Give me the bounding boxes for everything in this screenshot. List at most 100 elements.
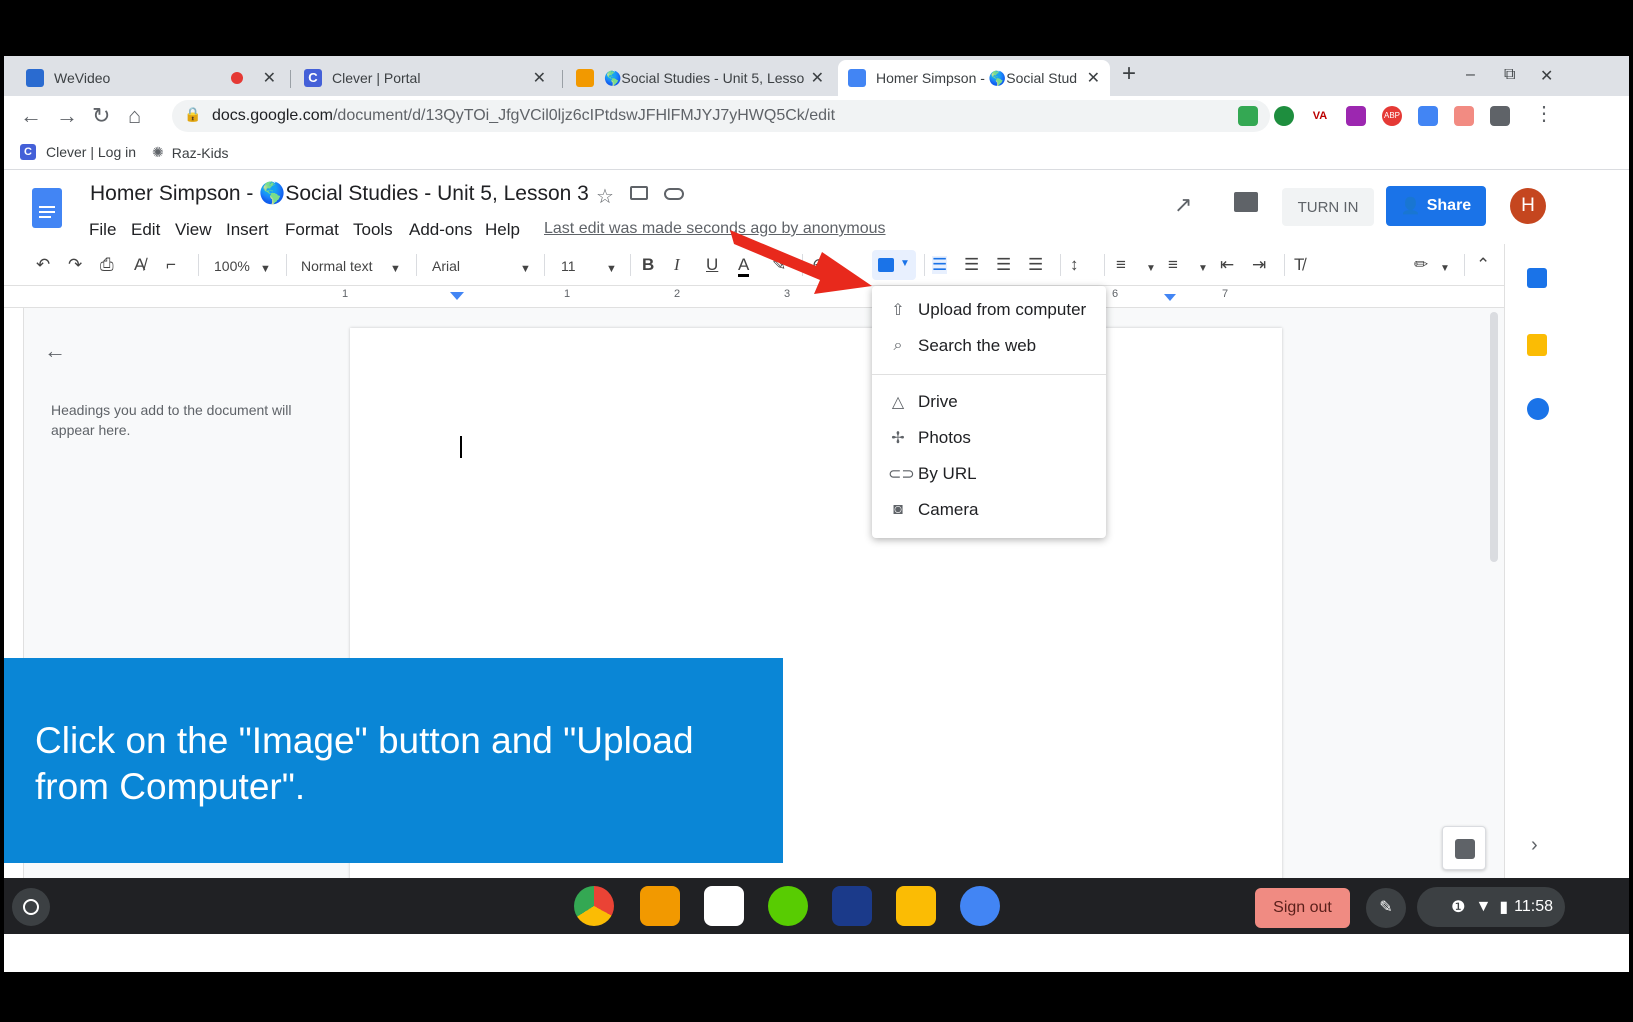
calendar-icon[interactable] <box>1527 268 1547 288</box>
menu-help[interactable]: Help <box>485 220 520 240</box>
sign-out-button[interactable]: Sign out <box>1255 888 1350 928</box>
extension-vk-icon[interactable]: VA <box>1310 106 1330 126</box>
new-tab-button[interactable]: + <box>1122 60 1136 88</box>
bookmark-clever[interactable]: C Clever | Log in <box>20 144 136 160</box>
menu-file[interactable]: File <box>89 220 116 240</box>
redo-icon[interactable]: ↷ <box>68 256 82 274</box>
tasks-icon[interactable] <box>1527 398 1549 420</box>
scrollbar[interactable] <box>1490 312 1498 562</box>
zoom-select[interactable]: 100% <box>214 258 250 274</box>
close-tab-icon[interactable]: ✕ <box>1087 68 1100 88</box>
menu-photos[interactable]: ✢ Photos <box>888 424 971 452</box>
star-icon[interactable]: ☆ <box>596 184 614 209</box>
tab-clever-portal[interactable]: C Clever | Portal ✕ <box>294 60 556 96</box>
comments-icon[interactable] <box>1234 192 1258 212</box>
bold-button[interactable]: B <box>642 256 654 274</box>
launcher-button[interactable] <box>12 888 50 926</box>
move-folder-icon[interactable] <box>630 186 648 200</box>
more-menu-icon[interactable]: ⋮ <box>1534 102 1554 126</box>
menu-search-the-web[interactable]: ⌕ Search the web <box>888 332 1037 360</box>
files-icon[interactable] <box>960 886 1000 926</box>
align-left-icon[interactable]: ☰ <box>932 256 948 274</box>
turn-in-button[interactable]: TURN IN <box>1282 188 1374 226</box>
line-spacing-icon[interactable]: ↕ <box>1070 256 1079 274</box>
close-window-button[interactable]: ✕ <box>1540 66 1553 86</box>
font-size-select[interactable]: 11 <box>561 258 576 274</box>
activity-trend-icon[interactable]: ↗ <box>1174 192 1192 218</box>
menu-format[interactable]: Format <box>285 220 339 240</box>
undo-icon[interactable]: ↶ <box>36 256 50 274</box>
align-center-icon[interactable]: ☰ <box>964 256 979 274</box>
close-tab-icon[interactable]: ✕ <box>263 68 276 88</box>
menu-view[interactable]: View <box>175 220 212 240</box>
menu-edit[interactable]: Edit <box>131 220 160 240</box>
close-tab-icon[interactable]: ✕ <box>533 68 546 88</box>
extension-classroom-icon[interactable] <box>1238 106 1258 126</box>
close-tab-icon[interactable]: ✕ <box>811 68 824 88</box>
decrease-indent-icon[interactable]: ⇤ <box>1220 256 1234 274</box>
justify-icon[interactable]: ☰ <box>1028 256 1043 274</box>
raz-kids-icon: ✺ <box>152 144 164 160</box>
system-tray[interactable]: ❶ ▼ ▮ 11:58 <box>1417 887 1565 927</box>
duolingo-icon[interactable] <box>768 886 808 926</box>
bulleted-list-icon[interactable]: ≡ <box>1168 256 1178 274</box>
menu-add-ons[interactable]: Add-ons <box>409 220 472 240</box>
menu-upload-from-computer[interactable]: ⇧ Upload from computer <box>888 296 1086 324</box>
italic-button[interactable]: I <box>674 256 680 274</box>
font-select[interactable]: Arial <box>432 258 460 274</box>
stylus-button[interactable]: ✎ <box>1366 888 1406 928</box>
paint-format-icon[interactable]: ⌐ <box>166 256 176 274</box>
address-bar[interactable]: 🔒 docs.google.com/document/d/13QyTOi_Jfg… <box>172 100 1270 132</box>
menu-camera[interactable]: ◙ Camera <box>888 496 978 524</box>
launcher-icon <box>23 899 39 915</box>
print-icon[interactable]: ⎙ <box>100 256 114 274</box>
extension-puzzle-purple-icon[interactable] <box>1346 106 1366 126</box>
insert-image-button[interactable]: ▼ <box>872 250 916 280</box>
right-indent-marker[interactable] <box>1164 294 1176 301</box>
increase-indent-icon[interactable]: ⇥ <box>1252 256 1266 274</box>
tab-wevideo[interactable]: WeVideo ✕ <box>16 60 286 96</box>
extension-abp-icon[interactable]: ABP <box>1382 106 1402 126</box>
extension-puzzle-blue-icon[interactable] <box>1418 106 1438 126</box>
app-icon-1[interactable] <box>640 886 680 926</box>
spellcheck-icon[interactable]: A̸ <box>134 256 145 274</box>
clear-formatting-icon[interactable]: T̸ <box>1294 256 1304 274</box>
keep-icon[interactable] <box>1527 334 1547 356</box>
explore-button[interactable] <box>1442 826 1486 870</box>
avatar[interactable]: H <box>1510 188 1546 224</box>
extension-pink-icon[interactable] <box>1454 106 1474 126</box>
app-icon-lit[interactable] <box>704 886 744 926</box>
expand-side-panel-icon[interactable]: › <box>1531 834 1538 857</box>
menu-by-url[interactable]: ⊂⊃ By URL <box>888 460 977 488</box>
minimize-button[interactable]: – <box>1466 66 1475 84</box>
bookmark-raz-kids[interactable]: ✺ Raz-Kids <box>152 144 229 161</box>
notification-icon: ❶ <box>1451 899 1466 916</box>
menu-drive[interactable]: △ Drive <box>888 388 958 416</box>
docs-logo-icon[interactable] <box>32 188 62 228</box>
keep-app-icon[interactable] <box>896 886 936 926</box>
tab-homer-simpson-doc[interactable]: Homer Simpson - 🌎Social Stud ✕ <box>838 60 1110 96</box>
share-button[interactable]: 👤 Share <box>1386 186 1486 226</box>
close-outline-icon[interactable]: ← <box>44 338 66 364</box>
document-title[interactable]: Homer Simpson - 🌎Social Studies - Unit 5… <box>90 182 589 206</box>
chrome-icon[interactable] <box>574 886 614 926</box>
home-icon[interactable]: ⌂ <box>128 104 141 128</box>
clever-app-icon[interactable] <box>832 886 872 926</box>
cloud-status-icon[interactable] <box>664 188 684 200</box>
underline-button[interactable]: U <box>706 256 718 274</box>
back-icon[interactable]: ← <box>20 104 42 128</box>
reload-icon[interactable]: ↻ <box>92 104 110 128</box>
forward-icon[interactable]: → <box>56 104 78 128</box>
left-indent-marker[interactable] <box>450 292 464 300</box>
restore-button[interactable]: ⧉ <box>1504 66 1515 84</box>
numbered-list-icon[interactable]: ≡ <box>1116 256 1126 274</box>
extension-globe-icon[interactable] <box>1274 106 1294 126</box>
menu-tools[interactable]: Tools <box>353 220 393 240</box>
tab-social-studies[interactable]: 🌎Social Studies - Unit 5, Lesson ✕ <box>566 60 834 96</box>
extensions-menu-icon[interactable] <box>1490 106 1510 126</box>
editing-mode-icon[interactable]: ✏ <box>1414 256 1428 274</box>
style-select[interactable]: Normal text <box>301 258 373 274</box>
collapse-menus-icon[interactable]: ⌃ <box>1476 256 1490 274</box>
menu-insert[interactable]: Insert <box>226 220 269 240</box>
align-right-icon[interactable]: ☰ <box>996 256 1011 274</box>
